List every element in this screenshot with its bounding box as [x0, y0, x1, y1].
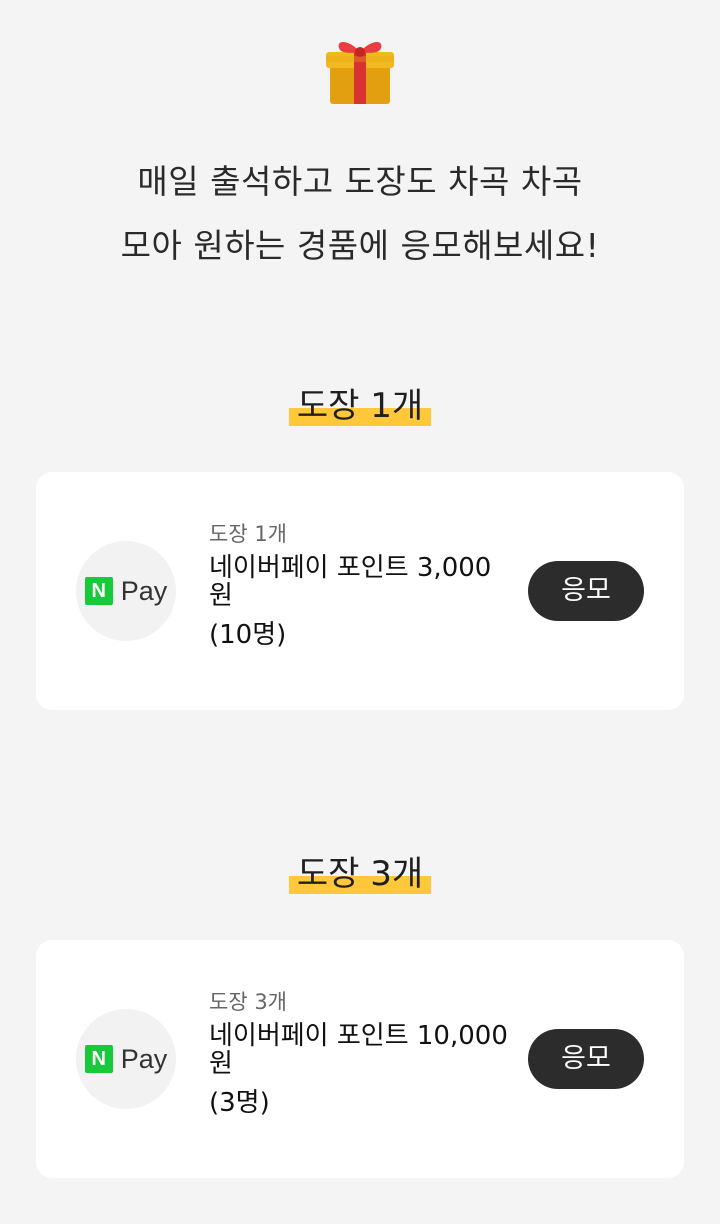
naver-pay-text: Pay [120, 575, 168, 606]
prize-name: 네이버페이 포인트 3,000원 [209, 553, 492, 611]
reward-card-3: N Pay 도장 3개 네이버페이 포인트 10,000원 (3명) 응모 [36, 940, 684, 1178]
section-title-text: 도장 1개 [288, 384, 432, 428]
naver-pay-logo: N Pay [76, 1009, 176, 1109]
section-title-text: 도장 3개 [288, 852, 432, 896]
reward-info: 도장 1개 네이버페이 포인트 3,000원 (10명) [209, 520, 509, 650]
naver-pay-n-mark: N [84, 1045, 113, 1073]
prize-name: 네이버페이 포인트 10,000원 [209, 1021, 508, 1079]
section-title-1: 도장 1개 [0, 384, 720, 428]
page: 매일 출석하고 도장도 차곡 차곡 모아 원하는 경품에 응모해보세요! 도장 … [0, 0, 720, 1224]
stamp-count-label: 도장 3개 [209, 990, 287, 1014]
gift-icon [326, 42, 394, 104]
section-title-3: 도장 3개 [0, 852, 720, 896]
apply-button[interactable]: 응모 [528, 1029, 644, 1089]
headline: 매일 출석하고 도장도 차곡 차곡 모아 원하는 경품에 응모해보세요! [0, 150, 720, 278]
headline-line-2: 모아 원하는 경품에 응모해보세요! [120, 226, 600, 265]
naver-pay-n-mark: N [84, 577, 113, 605]
stamp-count-label: 도장 1개 [209, 522, 287, 546]
winner-count: (3명) [209, 1088, 270, 1118]
reward-info: 도장 3개 네이버페이 포인트 10,000원 (3명) [209, 988, 509, 1118]
apply-button[interactable]: 응모 [528, 561, 644, 621]
reward-card-1: N Pay 도장 1개 네이버페이 포인트 3,000원 (10명) 응모 [36, 472, 684, 710]
naver-pay-text: Pay [120, 1043, 168, 1074]
winner-count: (10명) [209, 620, 287, 650]
naver-pay-logo: N Pay [76, 541, 176, 641]
headline-line-1: 매일 출석하고 도장도 차곡 차곡 [137, 162, 583, 201]
